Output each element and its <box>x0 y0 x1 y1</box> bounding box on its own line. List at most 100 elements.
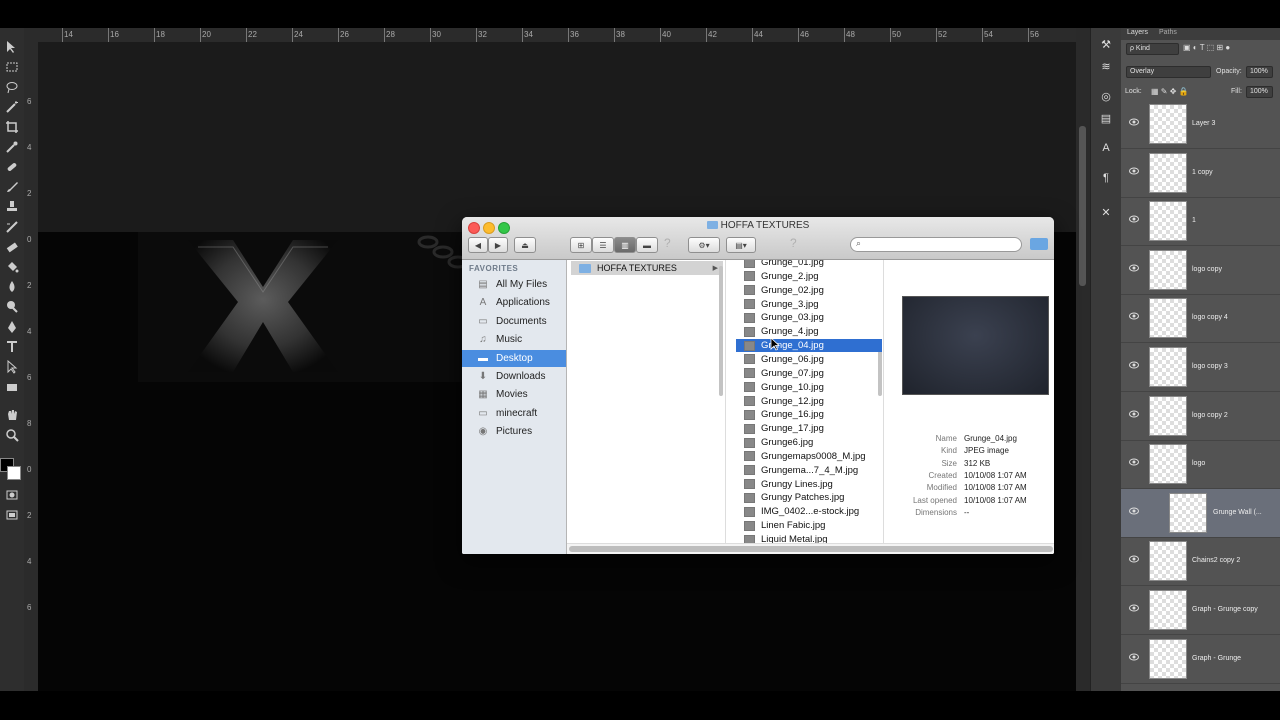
crop-tool-icon[interactable] <box>2 118 22 136</box>
layer-row[interactable]: 1 <box>1121 197 1280 247</box>
clone-stamp-tool-icon[interactable] <box>2 198 22 216</box>
type-tool-icon[interactable] <box>2 338 22 356</box>
zoom-tool-icon[interactable] <box>2 426 22 444</box>
list-view-button[interactable]: ☰ <box>592 237 614 253</box>
filter-icons[interactable]: ▣ ◐ T ⬚ ⊞ ● <box>1183 43 1273 54</box>
sidebar-item-minecraft[interactable]: ▭ minecraft <box>462 405 566 422</box>
eraser-tool-icon[interactable] <box>2 238 22 256</box>
finder-horizontal-scrollbar[interactable] <box>567 543 1054 554</box>
visibility-eye-icon[interactable] <box>1129 312 1139 320</box>
adjustments-icon[interactable]: ◎ <box>1098 88 1114 104</box>
brush-tool-icon[interactable] <box>2 178 22 196</box>
file-list-item[interactable]: Linen Fabic.jpg <box>736 519 882 532</box>
back-button[interactable]: ◀ <box>468 237 488 253</box>
file-list-item[interactable]: Grunge_03.jpg <box>736 311 882 324</box>
layer-name[interactable]: Layer 3 <box>1192 120 1215 127</box>
forward-button[interactable]: ▶ <box>488 237 508 253</box>
layer-name[interactable]: logo <box>1192 460 1205 467</box>
canvas-vertical-scrollbar[interactable] <box>1076 28 1090 691</box>
pen-tool-icon[interactable] <box>2 318 22 336</box>
visibility-eye-icon[interactable] <box>1129 215 1139 223</box>
paint-bucket-tool-icon[interactable] <box>2 258 22 276</box>
blur-tool-icon[interactable] <box>2 278 22 296</box>
layer-name[interactable]: Graph - Grunge copy <box>1192 606 1258 613</box>
dodge-tool-icon[interactable] <box>2 298 22 316</box>
file-list-item[interactable]: Grunge_02.jpg <box>736 284 882 297</box>
layer-name[interactable]: 1 <box>1192 217 1196 224</box>
layer-row[interactable]: Layer 3 <box>1121 100 1280 149</box>
visibility-eye-icon[interactable] <box>1129 555 1139 563</box>
brush-presets-icon[interactable]: ≋ <box>1098 58 1114 74</box>
visibility-eye-icon[interactable] <box>1129 604 1139 612</box>
layer-name[interactable]: Grunge Wall (... <box>1213 509 1262 516</box>
visibility-eye-icon[interactable] <box>1129 118 1139 126</box>
file-list-item[interactable]: IMG_0402...e-stock.jpg <box>736 505 882 518</box>
screen-mode-icon[interactable] <box>2 506 22 524</box>
file-list-item[interactable]: Grungy Patches.jpg <box>736 491 882 504</box>
layer-row[interactable]: logo copy 2 <box>1121 392 1280 441</box>
sidebar-item-downloads[interactable]: ⬇ Downloads <box>462 368 566 385</box>
visibility-eye-icon[interactable] <box>1129 458 1139 466</box>
arrange-button[interactable]: ▤▾ <box>726 237 756 253</box>
layer-row[interactable]: Graph - Grunge copy <box>1121 586 1280 635</box>
layer-name[interactable]: logo copy 3 <box>1192 363 1228 370</box>
layer-row[interactable]: logo copy <box>1121 246 1280 295</box>
new-folder-icon[interactable] <box>1030 238 1048 250</box>
layer-name[interactable]: logo copy 2 <box>1192 412 1228 419</box>
folder-row[interactable]: HOFFA TEXTURES ▶ <box>571 261 723 275</box>
file-list-item[interactable]: Grungemaps0008_M.jpg <box>736 450 882 463</box>
file-list-item[interactable]: Grunge_01.jpg <box>736 260 882 269</box>
fill-input[interactable]: 100% <box>1246 86 1273 98</box>
icon-view-button[interactable]: ⊞ <box>570 237 592 253</box>
path-selection-tool-icon[interactable] <box>2 358 22 376</box>
column-view-button[interactable]: ▥ <box>614 237 636 253</box>
layer-name[interactable]: logo copy <box>1192 266 1222 273</box>
action-gear-button[interactable]: ⚙▾ <box>688 237 720 253</box>
eyedropper-tool-icon[interactable] <box>2 138 22 156</box>
tool-presets-icon[interactable]: ⚒ <box>1098 36 1114 52</box>
column1-scrollbar[interactable] <box>719 266 723 396</box>
file-list-item[interactable]: Grungy Lines.jpg <box>736 478 882 491</box>
sidebar-item-desktop[interactable]: ▬ Desktop <box>462 349 566 367</box>
background-color-swatch[interactable] <box>7 466 21 480</box>
file-list-item[interactable]: Grungema...7_4_M.jpg <box>736 464 882 477</box>
sidebar-item-all-my-files[interactable]: ▤ All My Files <box>462 276 566 293</box>
sidebar-item-pictures[interactable]: ◉ Pictures <box>462 423 566 440</box>
move-tool-icon[interactable] <box>2 38 22 56</box>
layer-name[interactable]: 1 copy <box>1192 169 1213 176</box>
file-list-item[interactable]: Grunge_04.jpg <box>736 339 882 353</box>
scrollbar-thumb[interactable] <box>569 546 1053 552</box>
tools-settings-icon[interactable]: ✕ <box>1098 204 1114 220</box>
sidebar-item-applications[interactable]: A Applications <box>462 294 566 311</box>
layer-row[interactable]: logo copy 3 <box>1121 343 1280 392</box>
lock-icons[interactable]: ▦ ✎ ✥ 🔒 <box>1151 87 1189 96</box>
character-panel-icon[interactable]: A <box>1098 140 1114 156</box>
sidebar-item-movies[interactable]: ▦ Movies <box>462 386 566 403</box>
layer-name[interactable]: logo copy 4 <box>1192 314 1228 321</box>
sidebar-item-music[interactable]: ♫ Music <box>462 331 566 348</box>
hand-tool-icon[interactable] <box>2 406 22 424</box>
layer-row[interactable]: logo copy 4 <box>1121 294 1280 344</box>
file-list-item[interactable]: Grunge_10.jpg <box>736 381 882 394</box>
visibility-eye-icon[interactable] <box>1129 653 1139 661</box>
eject-icon[interactable]: ⏏ <box>514 237 536 253</box>
magic-wand-tool-icon[interactable] <box>2 98 22 116</box>
layer-row[interactable]: 1 copy <box>1121 149 1280 198</box>
blend-mode-select[interactable]: Overlay <box>1126 66 1211 78</box>
layer-name[interactable]: Graph - Grunge <box>1192 655 1241 662</box>
styles-icon[interactable]: ▤ <box>1098 110 1114 126</box>
file-list-item[interactable]: Grunge_07.jpg <box>736 367 882 380</box>
file-list-item[interactable]: Grunge_17.jpg <box>736 422 882 435</box>
tab-layers[interactable]: Layers <box>1127 29 1148 36</box>
file-list-item[interactable]: Grunge_12.jpg <box>736 395 882 408</box>
layer-name[interactable]: Chains2 copy 2 <box>1192 557 1240 564</box>
rectangle-tool-icon[interactable] <box>2 378 22 396</box>
tab-paths[interactable]: Paths <box>1159 29 1177 36</box>
file-list-item[interactable]: Grunge_3.jpg <box>736 298 882 311</box>
file-list-item[interactable]: Grunge_2.jpg <box>736 270 882 283</box>
layer-row[interactable]: logo <box>1121 440 1280 490</box>
layer-row[interactable]: Grunge Wall (... <box>1121 488 1280 538</box>
history-brush-tool-icon[interactable] <box>2 218 22 236</box>
visibility-eye-icon[interactable] <box>1129 410 1139 418</box>
lasso-tool-icon[interactable] <box>2 78 22 96</box>
